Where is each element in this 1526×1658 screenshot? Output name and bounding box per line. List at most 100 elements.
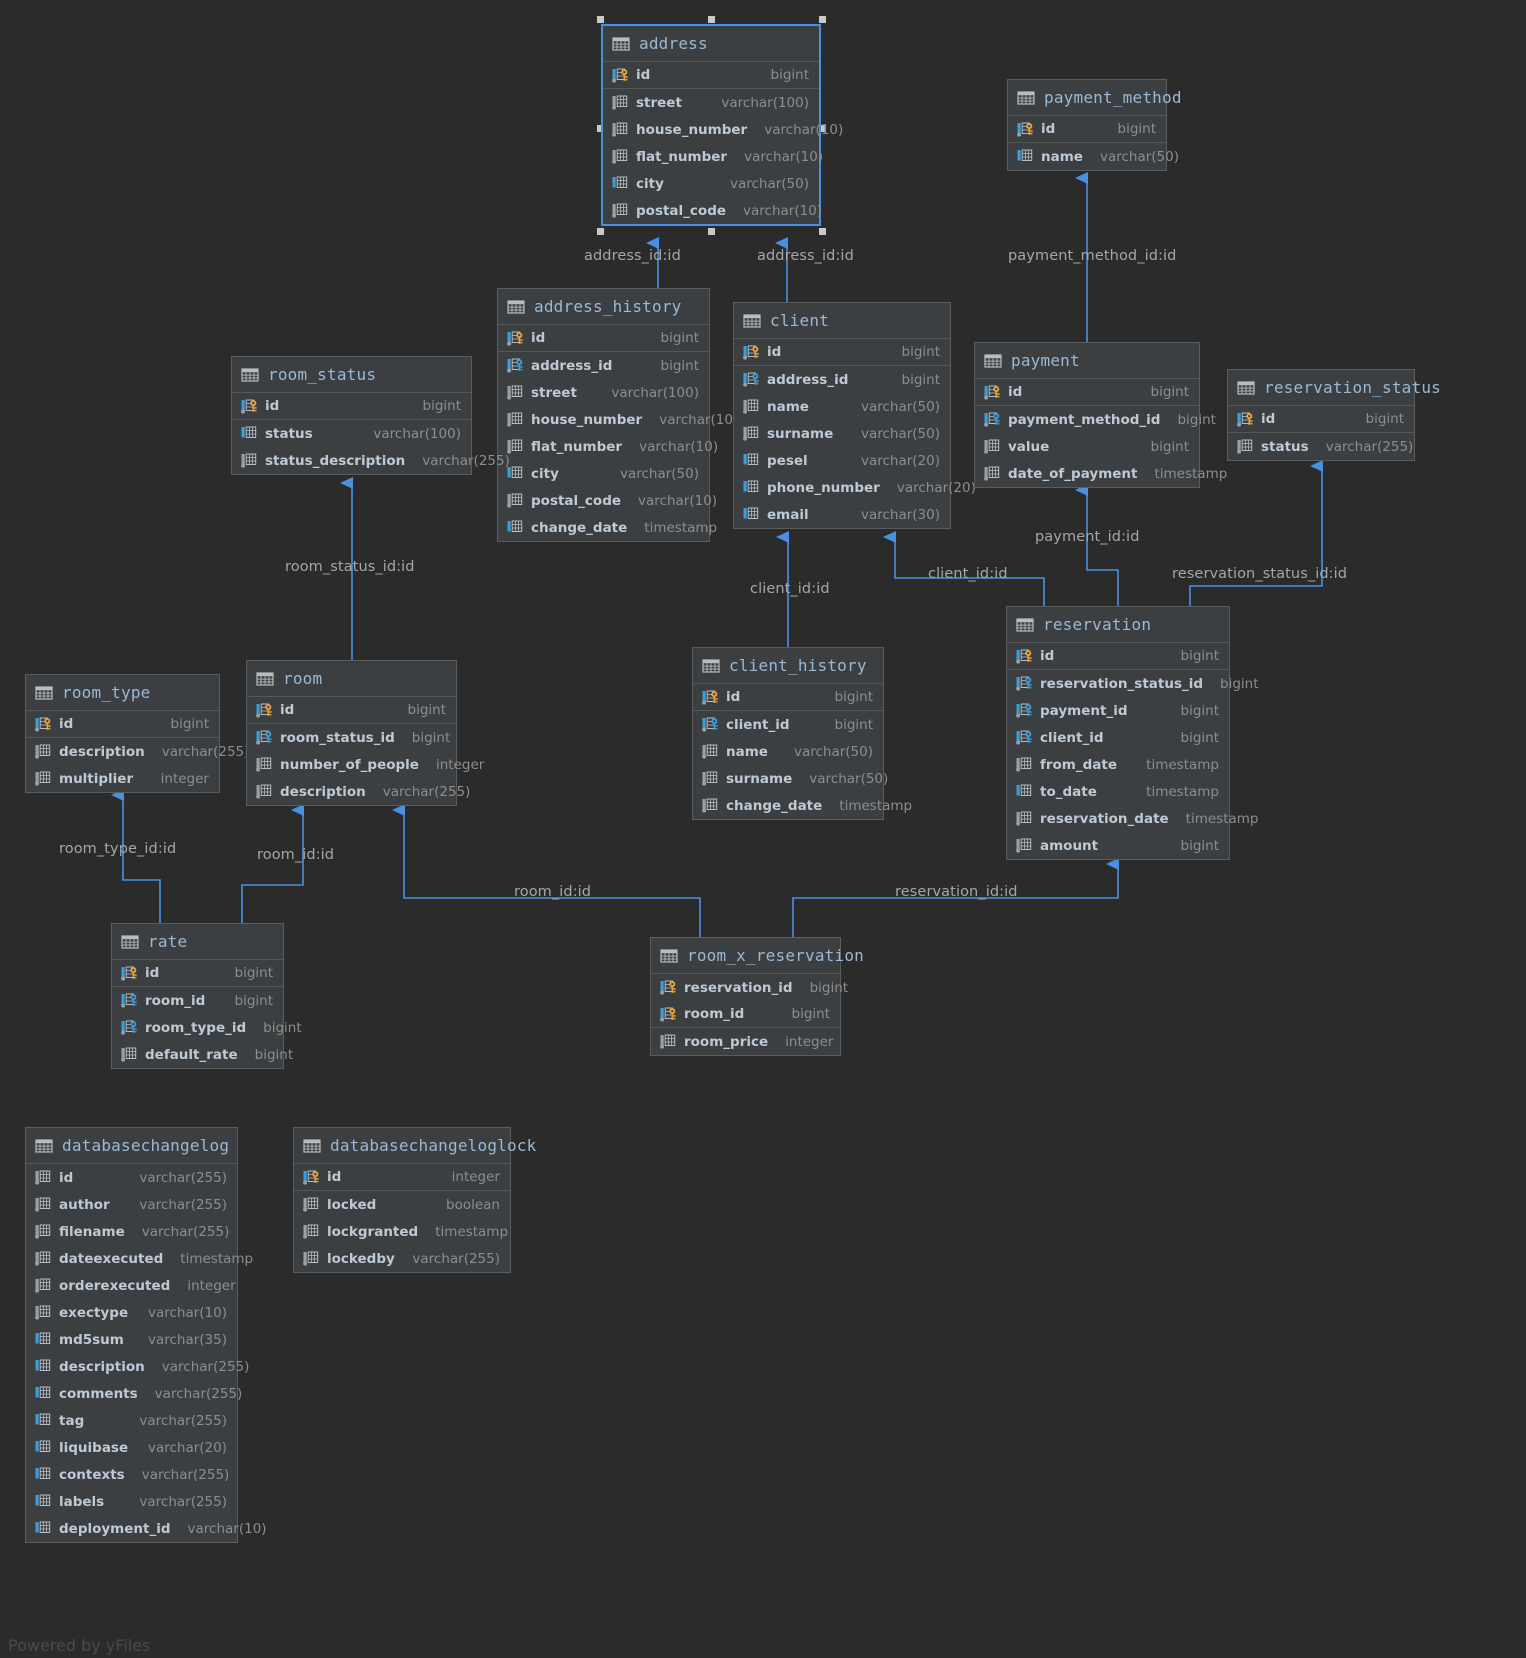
- table-column-row[interactable]: name varchar(50): [734, 393, 950, 420]
- table-column-row[interactable]: value bigint: [975, 433, 1199, 460]
- table-column-row[interactable]: default_rate bigint: [112, 1041, 293, 1068]
- table-column-row[interactable]: change_date timestamp: [693, 792, 912, 819]
- table-column-row[interactable]: name varchar(50): [1008, 143, 1179, 170]
- table-column-row[interactable]: id varchar(255): [26, 1164, 237, 1191]
- table-column-row[interactable]: to_date timestamp: [1007, 778, 1229, 805]
- table-header-reservation[interactable]: reservation: [1007, 607, 1229, 643]
- table-column-row[interactable]: id bigint: [498, 325, 709, 352]
- table-column-row[interactable]: street varchar(100): [498, 379, 709, 406]
- table-column-row[interactable]: payment_id bigint: [1007, 697, 1229, 724]
- table-column-row[interactable]: change_date timestamp: [498, 514, 717, 541]
- resize-handle[interactable]: [597, 228, 604, 235]
- table-column-row[interactable]: comments varchar(255): [26, 1380, 242, 1407]
- table-column-row[interactable]: lockgranted timestamp: [294, 1218, 510, 1245]
- table-column-row[interactable]: contexts varchar(255): [26, 1461, 237, 1488]
- table-column-row[interactable]: id bigint: [1228, 406, 1414, 433]
- table-column-row[interactable]: room_id bigint: [112, 987, 283, 1014]
- table-column-row[interactable]: id bigint: [1008, 116, 1166, 143]
- table-column-row[interactable]: client_id bigint: [1007, 724, 1229, 751]
- table-column-row[interactable]: street varchar(100): [603, 89, 819, 116]
- table-column-row[interactable]: labels varchar(255): [26, 1488, 237, 1515]
- table-node-payment[interactable]: payment id bigint payment_method_id bigint va…: [974, 342, 1227, 488]
- table-column-row[interactable]: amount bigint: [1007, 832, 1229, 859]
- table-column-row[interactable]: reservation_status_id bigint: [1007, 670, 1259, 697]
- table-column-row[interactable]: room_price integer: [651, 1028, 840, 1055]
- table-column-row[interactable]: tag varchar(255): [26, 1407, 237, 1434]
- table-column-row[interactable]: status varchar(255): [1228, 433, 1414, 460]
- table-header-room_type[interactable]: room_type: [26, 675, 219, 711]
- table-header-rate[interactable]: rate: [112, 924, 283, 960]
- table-header-address[interactable]: address: [603, 26, 819, 62]
- table-column-row[interactable]: house_number varchar(10): [603, 116, 843, 143]
- table-node-room_type[interactable]: room_type id bigint description varchar(255)…: [25, 674, 249, 793]
- table-column-row[interactable]: id bigint: [603, 62, 819, 89]
- table-node-room_status[interactable]: room_status id bigint status varchar(100) sta…: [231, 356, 510, 475]
- table-column-row[interactable]: id bigint: [1007, 643, 1229, 670]
- table-column-row[interactable]: liquibase varchar(20): [26, 1434, 237, 1461]
- table-column-row[interactable]: status_description varchar(255): [232, 447, 510, 474]
- table-node-reservation[interactable]: reservation id bigint reservation_status_id…: [1006, 606, 1259, 860]
- table-node-rate[interactable]: rate id bigint room_id bigint room_type_id big…: [111, 923, 302, 1069]
- table-node-room[interactable]: room id bigint room_status_id bigint number_o…: [246, 660, 484, 806]
- table-column-row[interactable]: address_id bigint: [734, 366, 950, 393]
- table-node-client_history[interactable]: client_history id bigint client_id bigint nam…: [692, 647, 912, 820]
- table-header-room_x_reservation[interactable]: room_x_reservation: [651, 938, 864, 974]
- table-column-row[interactable]: date_of_payment timestamp: [975, 460, 1227, 487]
- table-column-row[interactable]: filename varchar(255): [26, 1218, 237, 1245]
- table-column-row[interactable]: id bigint: [26, 711, 219, 738]
- table-column-row[interactable]: room_type_id bigint: [112, 1014, 302, 1041]
- table-header-payment[interactable]: payment: [975, 343, 1199, 379]
- table-header-client[interactable]: client: [734, 303, 950, 339]
- table-column-row[interactable]: id bigint: [112, 960, 283, 987]
- table-column-row[interactable]: exectype varchar(10): [26, 1299, 237, 1326]
- table-column-row[interactable]: house_number varchar(10): [498, 406, 738, 433]
- table-column-row[interactable]: surname varchar(50): [734, 420, 950, 447]
- er-diagram-canvas[interactable]: address_id:id address_id:id payment_method…: [0, 0, 1526, 1658]
- table-column-row[interactable]: city varchar(50): [498, 460, 709, 487]
- table-header-room_status[interactable]: room_status: [232, 357, 471, 393]
- table-column-row[interactable]: pesel varchar(20): [734, 447, 950, 474]
- table-column-row[interactable]: reservation_id bigint: [651, 974, 848, 1001]
- table-column-row[interactable]: description varchar(255): [247, 778, 470, 805]
- table-node-reservation_status[interactable]: reservation_status id bigint status varchar(…: [1227, 369, 1441, 461]
- table-column-row[interactable]: city varchar(50): [603, 170, 819, 197]
- table-column-row[interactable]: id integer: [294, 1164, 510, 1191]
- table-node-address[interactable]: address id bigint street varchar(100) house_n…: [601, 24, 843, 226]
- table-column-row[interactable]: phone_number varchar(20): [734, 474, 976, 501]
- table-column-row[interactable]: description varchar(255): [26, 738, 249, 765]
- table-column-row[interactable]: id bigint: [693, 684, 883, 711]
- resize-handle[interactable]: [708, 228, 715, 235]
- table-column-row[interactable]: lockedby varchar(255): [294, 1245, 510, 1272]
- table-column-row[interactable]: author varchar(255): [26, 1191, 237, 1218]
- table-column-row[interactable]: orderexecuted integer: [26, 1272, 237, 1299]
- table-node-databasechangeloglock[interactable]: databasechangeloglock id integer locked bool…: [293, 1127, 536, 1273]
- table-header-client_history[interactable]: client_history: [693, 648, 883, 684]
- table-column-row[interactable]: name varchar(50): [693, 738, 883, 765]
- table-column-row[interactable]: client_id bigint: [693, 711, 883, 738]
- table-column-row[interactable]: id bigint: [975, 379, 1199, 406]
- resize-handle[interactable]: [597, 16, 604, 23]
- table-column-row[interactable]: dateexecuted timestamp: [26, 1245, 253, 1272]
- table-column-row[interactable]: deployment_id varchar(10): [26, 1515, 267, 1542]
- table-column-row[interactable]: postal_code varchar(10): [603, 197, 822, 224]
- table-column-row[interactable]: md5sum varchar(35): [26, 1326, 237, 1353]
- table-node-databasechangelog[interactable]: databasechangelog id varchar(255) author var…: [25, 1127, 267, 1543]
- table-column-row[interactable]: address_id bigint: [498, 352, 709, 379]
- table-column-row[interactable]: status varchar(100): [232, 420, 471, 447]
- table-column-row[interactable]: room_id bigint: [651, 1001, 840, 1028]
- table-column-row[interactable]: number_of_people integer: [247, 751, 484, 778]
- table-column-row[interactable]: email varchar(30): [734, 501, 950, 528]
- resize-handle[interactable]: [819, 16, 826, 23]
- table-column-row[interactable]: payment_method_id bigint: [975, 406, 1216, 433]
- table-header-reservation_status[interactable]: reservation_status: [1228, 370, 1441, 406]
- table-column-row[interactable]: room_status_id bigint: [247, 724, 456, 751]
- resize-handle[interactable]: [708, 16, 715, 23]
- table-node-client[interactable]: client id bigint address_id bigint name varcha…: [733, 302, 976, 529]
- table-node-payment_method[interactable]: payment_method id bigint name varchar(50): [1007, 79, 1181, 171]
- table-column-row[interactable]: from_date timestamp: [1007, 751, 1229, 778]
- table-column-row[interactable]: id bigint: [232, 393, 471, 420]
- table-node-address_history[interactable]: address_history id bigint address_id bigint s…: [497, 288, 738, 542]
- table-header-payment_method[interactable]: payment_method: [1008, 80, 1181, 116]
- table-node-room_x_reservation[interactable]: room_x_reservation reservation_id bigint ro…: [650, 937, 864, 1056]
- table-header-address_history[interactable]: address_history: [498, 289, 709, 325]
